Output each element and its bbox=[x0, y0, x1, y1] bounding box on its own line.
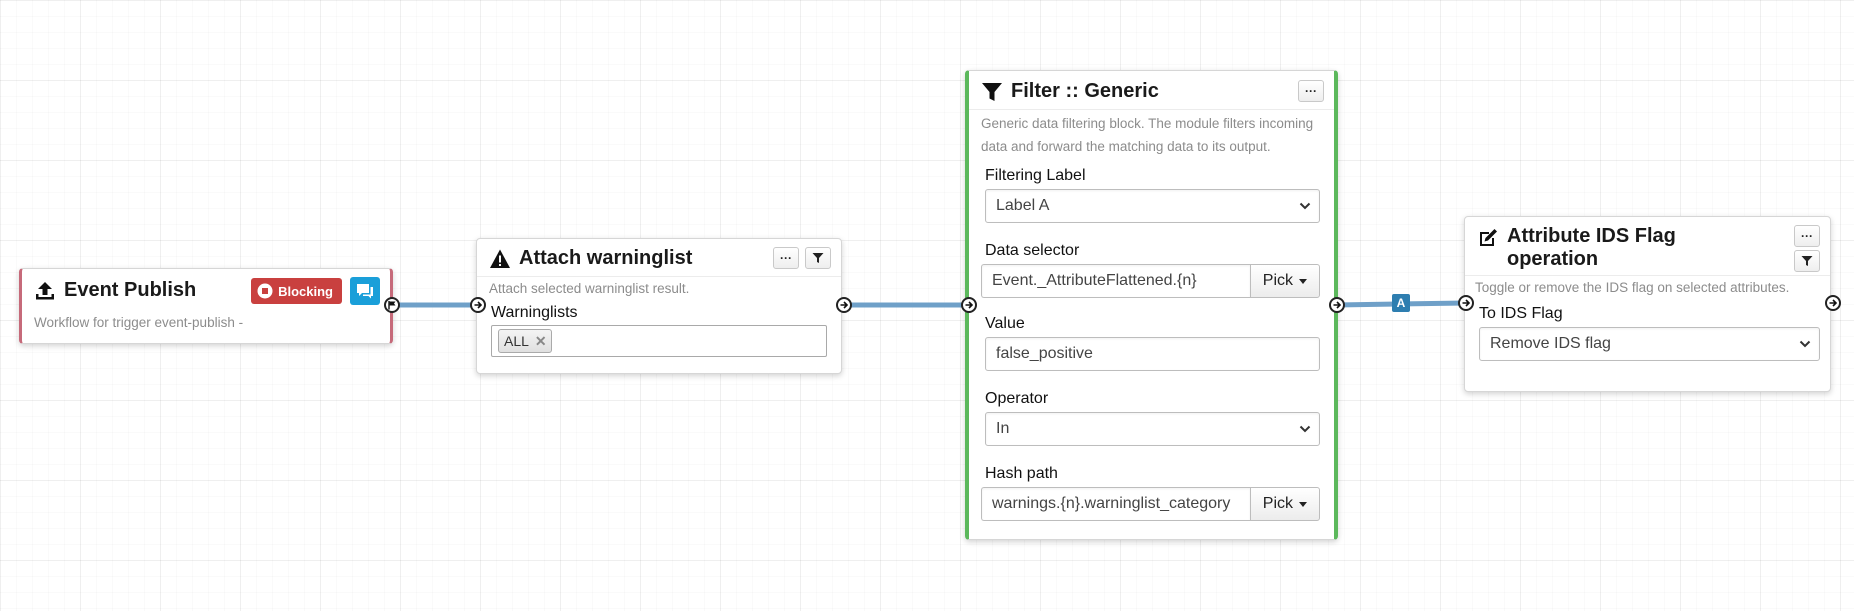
filtering-label-field: Filtering Label Label A bbox=[969, 162, 1334, 229]
arrow-right-icon bbox=[1829, 299, 1838, 307]
chevron-down-icon bbox=[1299, 425, 1311, 433]
select-value: Remove IDS flag bbox=[1490, 335, 1611, 352]
to-ids-flag-field: To IDS Flag Remove IDS flag bbox=[1465, 302, 1830, 367]
caret-down-icon bbox=[1299, 278, 1307, 284]
arrow-right-icon bbox=[840, 301, 849, 309]
output-port[interactable] bbox=[836, 297, 852, 313]
chip: ALL ✕ bbox=[498, 329, 552, 353]
chip-label: ALL bbox=[504, 333, 529, 349]
output-port[interactable] bbox=[384, 297, 400, 313]
node-description: Toggle or remove the IDS flag on selecte… bbox=[1475, 280, 1790, 295]
node-title-line2: operation bbox=[1507, 248, 1599, 270]
filtering-label-select[interactable]: Label A bbox=[985, 189, 1320, 223]
caret-down-icon bbox=[1299, 501, 1307, 507]
arrow-right-icon bbox=[474, 301, 483, 309]
hash-path-input[interactable]: warnings.{n}.warninglist_category bbox=[981, 487, 1250, 521]
node-title: Attach warninglist bbox=[519, 247, 693, 269]
node-event-publish[interactable]: Event Publish Blocking Workflow for trig… bbox=[19, 268, 393, 344]
node-header: Filter :: Generic ··· bbox=[969, 71, 1334, 110]
input-port[interactable] bbox=[1458, 295, 1474, 311]
node-description: Workflow for trigger event-publish - bbox=[34, 315, 244, 330]
field-label: To IDS Flag bbox=[1479, 305, 1563, 322]
filter-icon bbox=[812, 253, 824, 263]
field-label: Value bbox=[985, 315, 1025, 332]
field-label: Data selector bbox=[985, 242, 1080, 259]
hash-path-group: warnings.{n}.warninglist_category Pick bbox=[981, 487, 1320, 521]
field-label: Filtering Label bbox=[985, 167, 1086, 184]
data-selector-input[interactable]: Event._AttributeFlattened.{n} bbox=[981, 264, 1250, 298]
node-actions: ··· bbox=[1794, 225, 1820, 272]
node-filter-generic[interactable]: Filter :: Generic ··· Generic data filte… bbox=[965, 70, 1338, 540]
input-port[interactable] bbox=[961, 297, 977, 313]
blocking-label: Blocking bbox=[278, 283, 333, 299]
remove-chip-icon[interactable]: ✕ bbox=[535, 333, 547, 350]
flag-icon bbox=[388, 301, 396, 310]
data-selector-group: Event._AttributeFlattened.{n} Pick bbox=[981, 264, 1320, 298]
output-port[interactable] bbox=[1329, 297, 1345, 313]
node-title: Filter :: Generic bbox=[1011, 80, 1159, 102]
more-options-button[interactable]: ··· bbox=[1794, 225, 1820, 247]
node-attach-warninglist[interactable]: Attach warninglist ··· Attach selected w… bbox=[476, 238, 842, 374]
chevron-down-icon bbox=[1799, 340, 1811, 348]
blocking-badge: Blocking bbox=[251, 278, 342, 304]
warninglists-input[interactable]: ALL ✕ bbox=[491, 325, 827, 357]
hash-path-field: Hash path warnings.{n}.warninglist_categ… bbox=[969, 452, 1334, 527]
more-options-button[interactable]: ··· bbox=[773, 247, 799, 269]
node-header: Attribute IDS Flag operation ··· bbox=[1465, 217, 1830, 276]
upload-icon bbox=[34, 280, 56, 302]
filter-icon bbox=[1801, 256, 1813, 266]
select-value: In bbox=[996, 420, 1010, 437]
data-selector-field: Data selector Event._AttributeFlattened.… bbox=[969, 229, 1334, 304]
field-label: Hash path bbox=[985, 465, 1058, 482]
pick-button[interactable]: Pick bbox=[1249, 264, 1320, 298]
value-field: Value false_positive bbox=[969, 304, 1334, 377]
warninglists-field: Warninglists ALL ✕ bbox=[477, 303, 841, 363]
edit-icon bbox=[1477, 227, 1499, 249]
value-input[interactable]: false_positive bbox=[985, 337, 1320, 371]
node-actions: ··· bbox=[773, 247, 831, 269]
comments-button[interactable] bbox=[350, 277, 380, 305]
arrow-right-icon bbox=[1462, 299, 1471, 307]
output-port[interactable] bbox=[1825, 295, 1841, 311]
select-value: Label A bbox=[996, 197, 1050, 214]
to-ids-flag-select[interactable]: Remove IDS flag bbox=[1479, 327, 1820, 361]
stop-circle-icon bbox=[257, 283, 273, 299]
connection-label[interactable]: A bbox=[1392, 294, 1410, 312]
node-header: Event Publish Blocking bbox=[22, 269, 390, 311]
node-header: Attach warninglist ··· bbox=[477, 239, 841, 277]
filter-icon bbox=[981, 81, 1003, 103]
arrow-right-icon bbox=[1333, 301, 1342, 309]
pick-button-label: Pick bbox=[1262, 272, 1293, 289]
field-label: Warninglists bbox=[491, 304, 578, 321]
node-description: Attach selected warninglist result. bbox=[489, 281, 690, 296]
operator-select[interactable]: In bbox=[985, 412, 1320, 446]
input-port[interactable] bbox=[470, 297, 486, 313]
node-actions: ··· bbox=[1298, 80, 1324, 102]
operator-field: Operator In bbox=[969, 377, 1334, 452]
arrow-right-icon bbox=[965, 301, 974, 309]
field-label: Operator bbox=[985, 390, 1049, 407]
filter-button[interactable] bbox=[805, 247, 831, 269]
node-description: Generic data filtering block. The module… bbox=[981, 116, 1314, 154]
node-attribute-ids-flag[interactable]: Attribute IDS Flag operation ··· Toggle … bbox=[1464, 216, 1831, 392]
pick-button-label: Pick bbox=[1262, 495, 1293, 512]
pick-button[interactable]: Pick bbox=[1249, 487, 1320, 521]
chevron-down-icon bbox=[1299, 202, 1311, 210]
node-title-line1: Attribute IDS Flag bbox=[1507, 225, 1676, 247]
warning-icon bbox=[489, 248, 511, 270]
filter-button[interactable] bbox=[1794, 250, 1820, 272]
comments-icon bbox=[357, 284, 373, 299]
more-options-button[interactable]: ··· bbox=[1298, 80, 1324, 102]
node-title: Event Publish bbox=[64, 279, 197, 301]
node-title: Attribute IDS Flag operation bbox=[1507, 225, 1788, 271]
